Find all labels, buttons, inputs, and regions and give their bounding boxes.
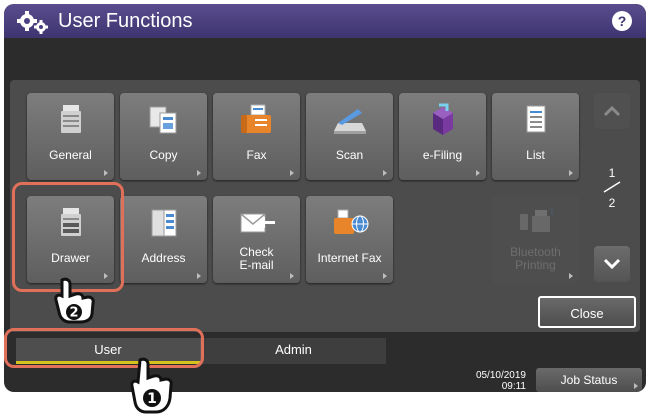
date-text: 05/10/2019 xyxy=(475,370,526,381)
tile-label-address: Address xyxy=(141,251,186,265)
address-book-icon xyxy=(151,209,177,237)
tile-label-scan: Scan xyxy=(335,148,364,162)
tile-label-bluetooth-printing: Bluetooth Printing xyxy=(510,245,561,272)
submenu-arrow-icon xyxy=(634,383,638,389)
tile-label-list: List xyxy=(526,148,545,162)
submenu-arrow-icon xyxy=(197,170,201,176)
tile-label-general: General xyxy=(49,148,92,162)
check-email-button[interactable]: Check E-mail xyxy=(213,196,300,283)
scanner-icon xyxy=(334,109,366,134)
time-text: 09:11 xyxy=(501,381,526,392)
chevron-down-icon xyxy=(603,258,621,270)
current-page: 1 xyxy=(608,166,616,180)
submenu-arrow-icon xyxy=(104,170,108,176)
submenu-arrow-icon xyxy=(383,273,387,279)
page-down-button[interactable] xyxy=(594,246,630,282)
e-filing-icon xyxy=(433,103,453,135)
tile-label-e-filing: e-Filing xyxy=(422,148,463,162)
submenu-arrow-icon xyxy=(197,273,201,279)
copy-icon xyxy=(149,106,177,134)
submenu-arrow-icon xyxy=(383,170,387,176)
tab-admin[interactable]: Admin xyxy=(200,338,386,364)
e-filing-button[interactable]: e-Filing xyxy=(399,93,486,180)
page-separator xyxy=(603,181,621,193)
title-bar: User Functions ? xyxy=(4,4,646,38)
submenu-arrow-icon xyxy=(290,170,294,176)
list-icon xyxy=(526,105,546,133)
internet-fax-icon xyxy=(334,209,369,234)
total-pages: 2 xyxy=(608,196,616,210)
fax-button[interactable]: Fax xyxy=(213,93,300,180)
pointing-hand-icon: 1 xyxy=(130,357,173,414)
close-button[interactable]: Close xyxy=(538,296,636,328)
gears-icon xyxy=(17,11,48,34)
address-button[interactable]: Address xyxy=(120,196,207,283)
tile-label-copy: Copy xyxy=(149,148,178,162)
pointing-hand-icon: 2 xyxy=(54,277,95,324)
submenu-arrow-icon xyxy=(290,273,294,279)
tile-label-internet-fax: Internet Fax xyxy=(317,251,382,265)
fax-icon xyxy=(241,104,271,133)
step-2-label: 2 xyxy=(69,306,78,321)
scan-button[interactable]: Scan xyxy=(306,93,393,180)
job-status-label: Job Status xyxy=(560,373,618,387)
envelope-icon xyxy=(240,213,275,233)
tile-label-check-email: Check E-mail xyxy=(239,245,274,272)
tile-label-fax: Fax xyxy=(246,148,267,162)
chevron-up-icon xyxy=(603,105,621,117)
copy-button[interactable]: Copy xyxy=(120,93,207,180)
submenu-arrow-icon xyxy=(476,170,480,176)
bluetooth-printing-button: ᛒ Bluetooth Printing xyxy=(492,196,579,283)
bluetooth-printer-icon: ᛒ xyxy=(520,207,555,232)
job-status-button[interactable]: Job Status xyxy=(536,368,642,392)
page-up-button[interactable] xyxy=(594,93,630,129)
internet-fax-button[interactable]: Internet Fax xyxy=(306,196,393,283)
help-button[interactable]: ? xyxy=(612,11,632,31)
page-title: User Functions xyxy=(58,10,193,32)
submenu-arrow-icon xyxy=(569,170,573,176)
step-1-label: 1 xyxy=(147,391,157,407)
printer-icon xyxy=(61,105,81,133)
general-button[interactable]: General xyxy=(27,93,114,180)
submenu-arrow-icon xyxy=(569,273,573,279)
list-button[interactable]: List xyxy=(492,93,579,180)
date-time-display: 05/10/2019 09:11 xyxy=(456,370,526,392)
svg-text:ᛒ: ᛒ xyxy=(550,207,555,216)
